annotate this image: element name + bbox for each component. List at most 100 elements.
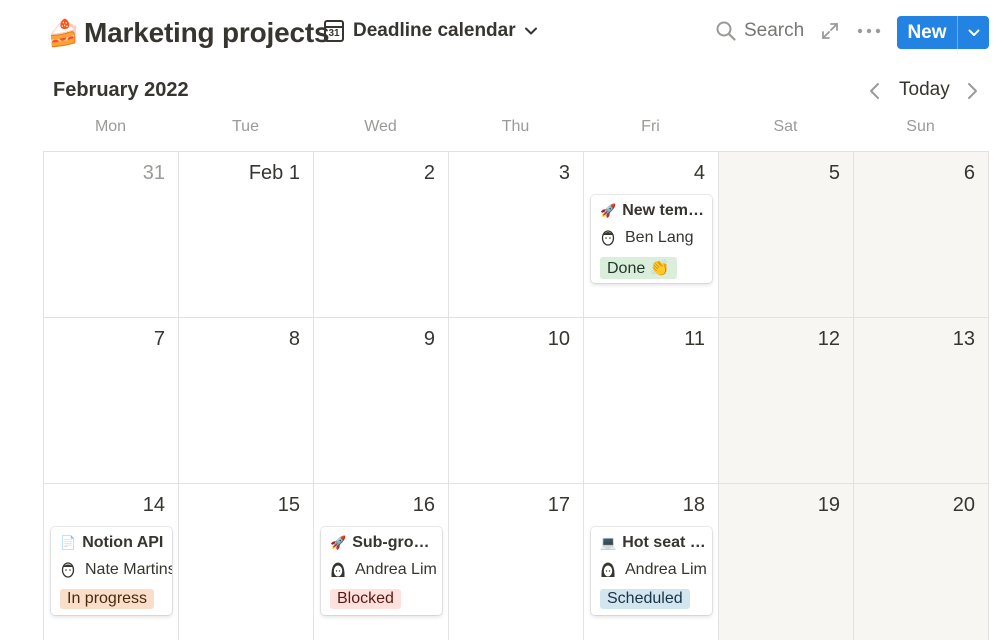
- event-card[interactable]: 📄 Notion API Nate Martins In progress: [51, 527, 172, 615]
- day-number: 7: [153, 328, 165, 350]
- event-person: Andrea Lim: [625, 561, 707, 578]
- weekday-sun: Sun: [906, 118, 935, 135]
- laptop-icon: 💻: [600, 535, 617, 550]
- day-number: 6: [963, 162, 975, 184]
- month-label: February 2022: [53, 79, 189, 101]
- page-title[interactable]: Marketing projects: [84, 17, 330, 49]
- weekday-sat: Sat: [773, 118, 798, 135]
- status-badge: Done 👏: [600, 257, 677, 279]
- status-badge: In progress: [60, 589, 155, 609]
- more-options-icon[interactable]: [856, 20, 882, 42]
- avatar-icon: [331, 562, 345, 577]
- event-title-text: Hot seat session: [622, 534, 706, 551]
- day-number: 4: [693, 162, 705, 184]
- event-assignee: Nate Martins: [60, 561, 172, 579]
- day-cell[interactable]: Feb 1: [179, 152, 314, 318]
- day-number: 8: [288, 328, 300, 350]
- event-title-text: New templates: [622, 202, 706, 219]
- chevron-down-icon: [968, 29, 979, 36]
- day-cell[interactable]: 13: [854, 318, 989, 484]
- weekday-tue: Tue: [232, 118, 259, 135]
- day-cell[interactable]: 8: [179, 318, 314, 484]
- search-button[interactable]: Search: [716, 20, 804, 42]
- chevron-down-icon: [524, 27, 537, 35]
- event-card[interactable]: 🚀 Sub-group launch Andrea Lim Blocked: [321, 527, 442, 615]
- new-dropdown-button[interactable]: [957, 16, 989, 49]
- cake-icon[interactable]: 🍰: [48, 15, 80, 51]
- day-cell[interactable]: 4 🚀 New templates Ben Lang Done 👏: [584, 152, 719, 318]
- day-cell[interactable]: 10: [449, 318, 584, 484]
- day-cell[interactable]: 18 💻 Hot seat session Andrea Lim Schedule…: [584, 484, 719, 640]
- day-number: Feb 1: [248, 162, 300, 184]
- day-cell[interactable]: 12: [719, 318, 854, 484]
- day-number: 12: [817, 328, 840, 350]
- event-person: Andrea Lim: [355, 561, 437, 578]
- event-title: 📄 Notion API: [60, 534, 166, 552]
- day-number: 14: [142, 494, 165, 516]
- weekday-thu: Thu: [501, 118, 530, 135]
- day-cell[interactable]: 2: [314, 152, 449, 318]
- page-header: 🍰 Marketing projects 31 Deadline calenda…: [0, 0, 1005, 66]
- day-number: 18: [682, 494, 705, 516]
- search-icon: [716, 21, 736, 41]
- day-cell[interactable]: 7: [44, 318, 179, 484]
- event-title: 🚀 New templates: [600, 202, 706, 220]
- day-cell[interactable]: 16 🚀 Sub-group launch Andrea Lim Blocked: [314, 484, 449, 640]
- open-full-page-icon[interactable]: [820, 21, 840, 41]
- weekday-mon: Mon: [94, 118, 127, 135]
- day-number: 10: [547, 328, 570, 350]
- day-cell[interactable]: 17: [449, 484, 584, 640]
- weekday-fri: Fri: [641, 118, 660, 135]
- day-number: 20: [952, 494, 975, 516]
- rocket-icon: 🚀: [330, 535, 347, 550]
- day-number: 19: [817, 494, 840, 516]
- chevron-left-icon[interactable]: [866, 81, 884, 101]
- day-number: 2: [423, 162, 435, 184]
- day-cell[interactable]: 11: [584, 318, 719, 484]
- day-cell[interactable]: 14 📄 Notion API Nate Martins In progress: [44, 484, 179, 640]
- document-icon: 📄: [60, 535, 77, 550]
- calendar-grid: 31 Feb 1 2 3 4 🚀 New templates Ben Lang D…: [43, 151, 989, 640]
- calendar-icon: 31: [324, 20, 344, 42]
- today-button[interactable]: Today: [899, 79, 950, 101]
- calendar-icon-number: 31: [328, 28, 340, 39]
- event-title-text: Sub-group launch: [352, 534, 436, 551]
- event-assignee: Ben Lang: [600, 229, 712, 247]
- event-card[interactable]: 💻 Hot seat session Andrea Lim Scheduled: [591, 527, 712, 615]
- day-number: 3: [558, 162, 570, 184]
- status-badge: Scheduled: [600, 589, 690, 609]
- event-title: 💻 Hot seat session: [600, 534, 706, 552]
- day-cell[interactable]: 15: [179, 484, 314, 640]
- day-number: 17: [547, 494, 570, 516]
- weekday-header: Mon Tue Wed Thu Fri Sat Sun: [43, 118, 988, 144]
- day-number: 11: [684, 328, 705, 350]
- event-assignee: Andrea Lim: [600, 561, 712, 579]
- avatar-icon: [601, 562, 615, 577]
- new-button[interactable]: New: [897, 16, 957, 49]
- day-cell[interactable]: 3: [449, 152, 584, 318]
- chevron-right-icon[interactable]: [963, 81, 981, 101]
- day-number: 15: [277, 494, 300, 516]
- view-name: Deadline calendar: [353, 20, 516, 41]
- avatar-icon: [601, 230, 615, 246]
- title-area: 🍰 Marketing projects: [48, 15, 330, 51]
- event-card[interactable]: 🚀 New templates Ben Lang Done 👏: [591, 195, 712, 283]
- new-button-group: New: [897, 16, 989, 49]
- view-switcher[interactable]: 31 Deadline calendar: [324, 20, 538, 42]
- day-number: 31: [142, 162, 165, 184]
- event-assignee: Andrea Lim: [330, 561, 442, 579]
- day-cell[interactable]: 20: [854, 484, 989, 640]
- day-cell[interactable]: 6: [854, 152, 989, 318]
- event-title-text: Notion API: [82, 534, 164, 551]
- weekday-wed: Wed: [364, 118, 397, 135]
- day-number: 16: [412, 494, 435, 516]
- day-cell[interactable]: 9: [314, 318, 449, 484]
- day-cell[interactable]: 19: [719, 484, 854, 640]
- avatar-icon: [61, 562, 75, 578]
- event-person: Ben Lang: [625, 229, 694, 246]
- day-number: 13: [952, 328, 975, 350]
- search-label: Search: [744, 20, 805, 41]
- day-cell[interactable]: 31: [44, 152, 179, 318]
- rocket-icon: 🚀: [600, 203, 617, 218]
- day-cell[interactable]: 5: [719, 152, 854, 318]
